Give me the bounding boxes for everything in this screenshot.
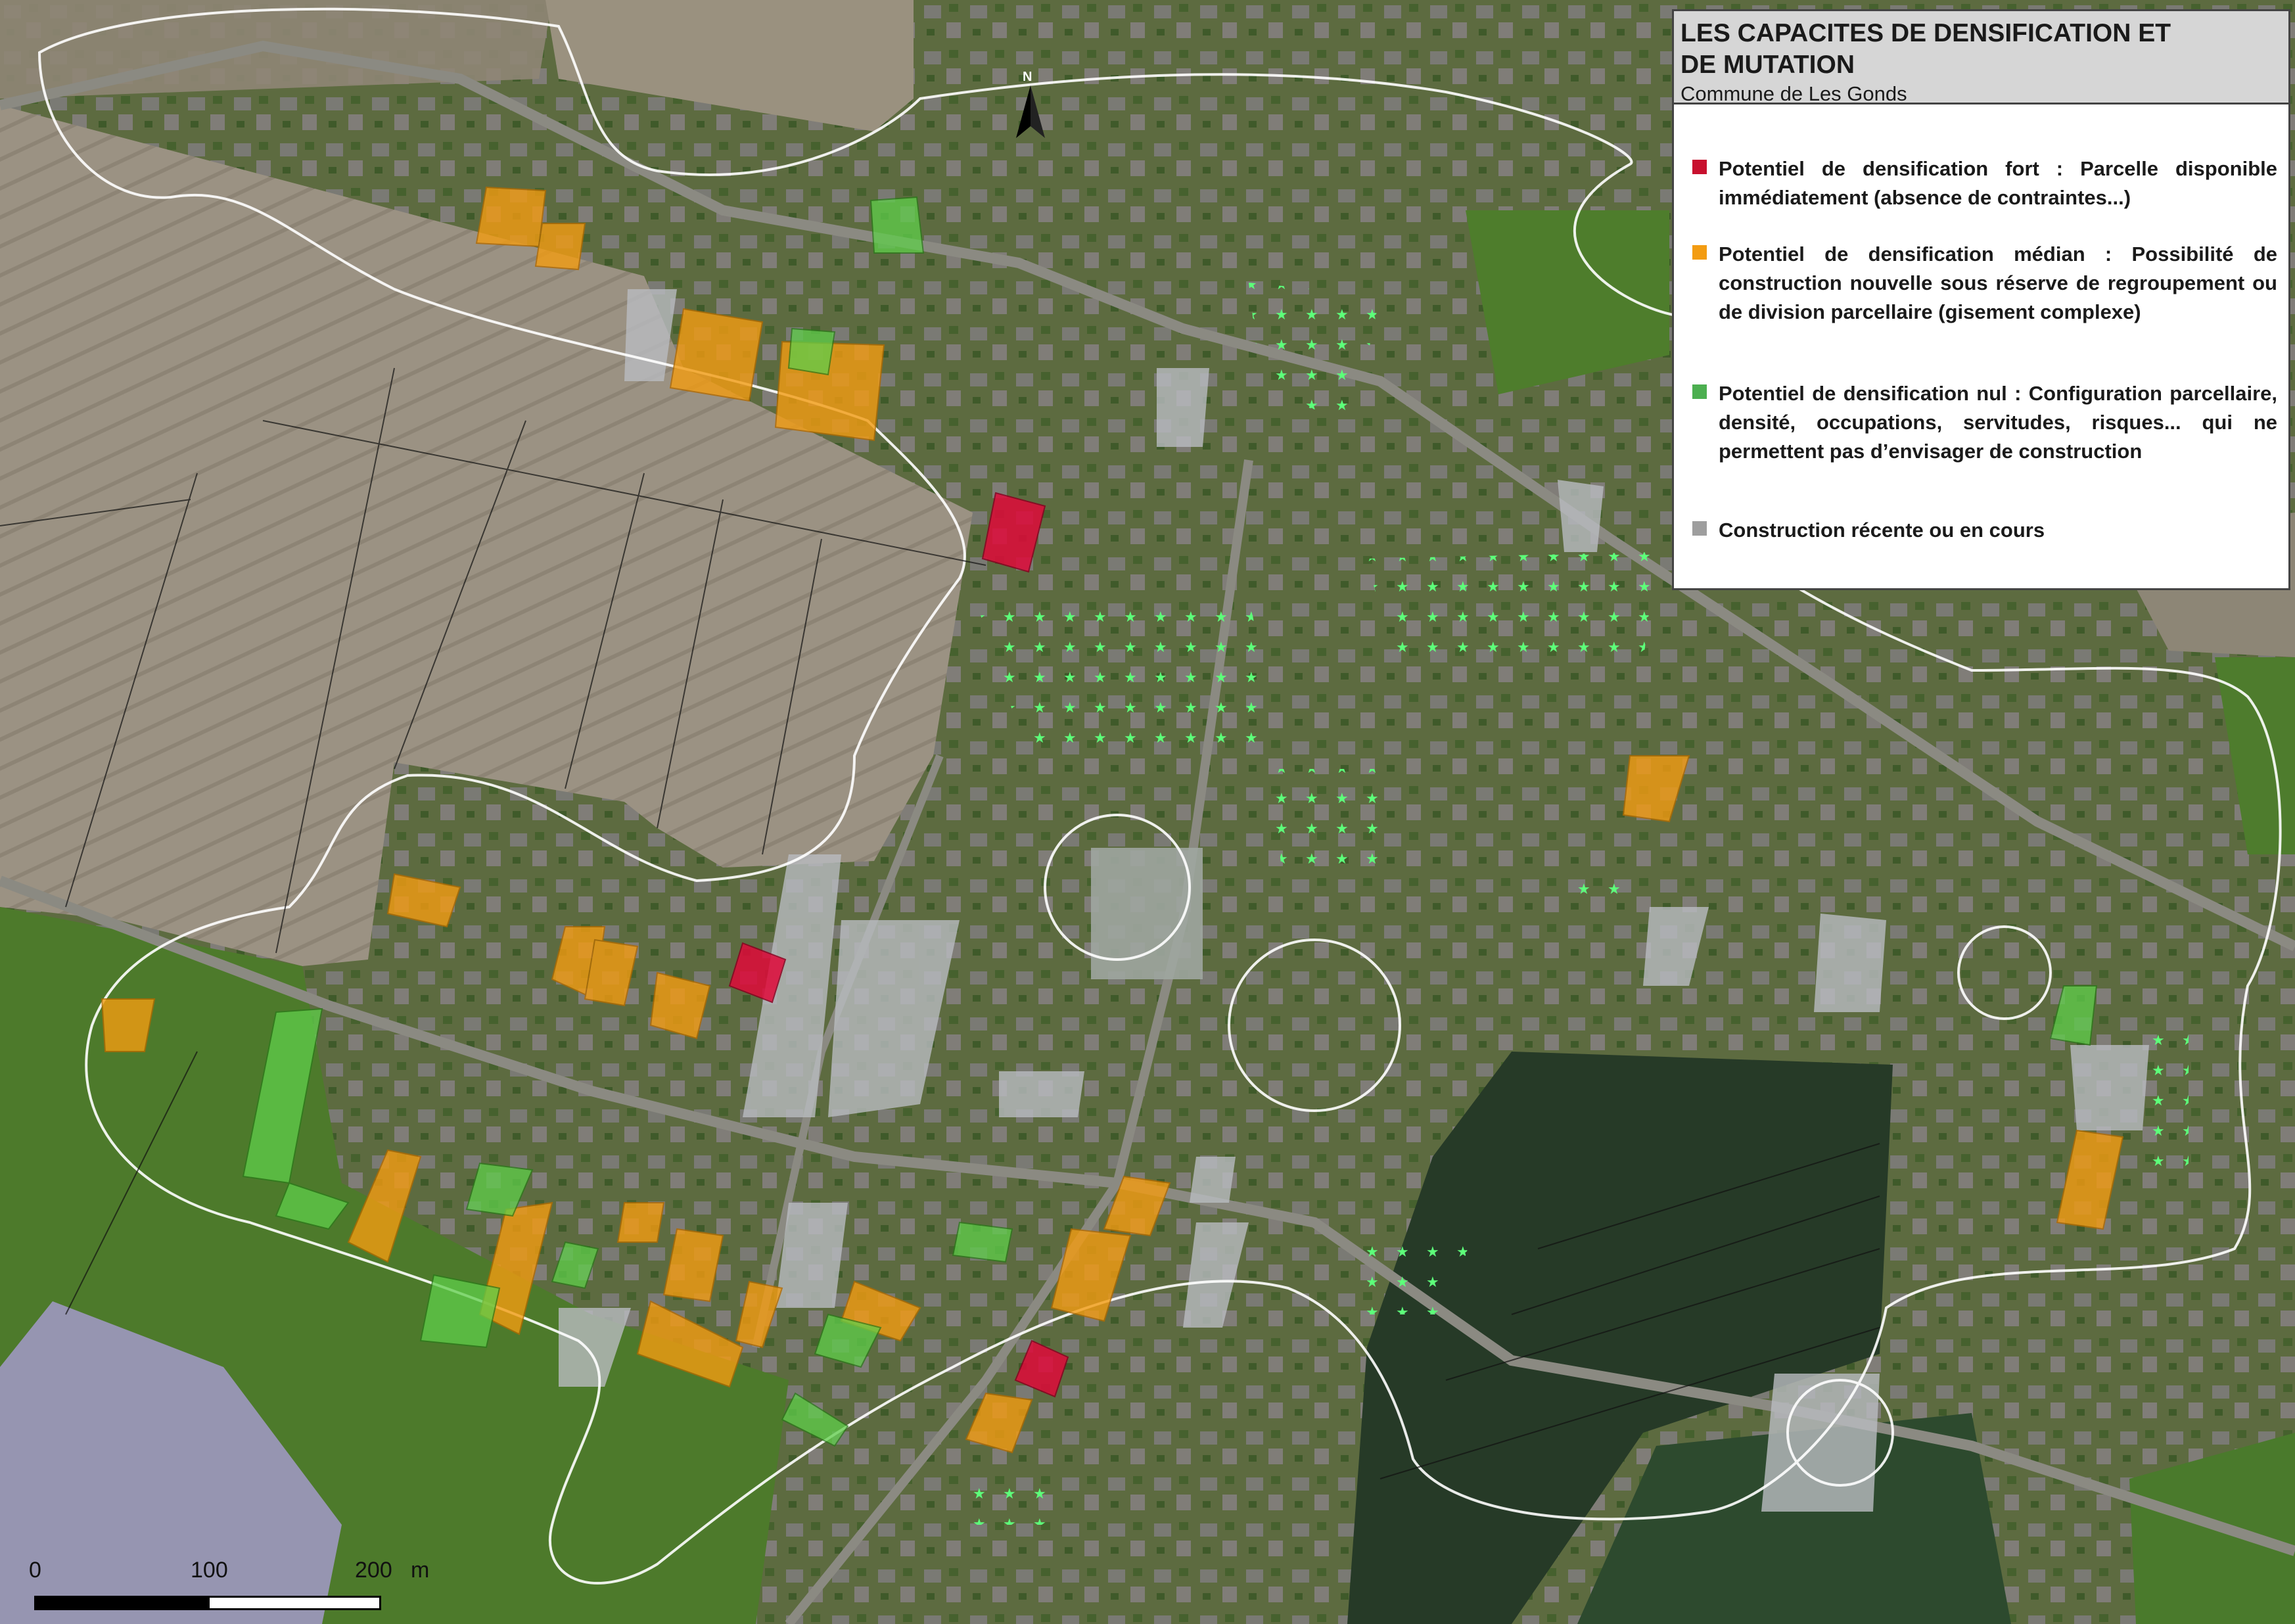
legend-item-recent: Construction récente ou en cours [1692, 516, 2277, 545]
legend-label-median: Potentiel de densification médian : Poss… [1719, 243, 2277, 323]
legend-item-none: Potentiel de densification nul : Configu… [1692, 379, 2277, 466]
legend-swatch-strong [1692, 160, 1707, 174]
legend-title: LES CAPACITES DE DENSIFICATION ET DE MUT… [1681, 19, 2171, 79]
legend-header: LES CAPACITES DE DENSIFICATION ET DE MUT… [1674, 11, 2288, 105]
legend-item-median: Potentiel de densification médian : Poss… [1692, 240, 2277, 327]
scale-label-200: 200 [355, 1558, 392, 1583]
legend-label-none: Potentiel de densification nul : Configu… [1719, 382, 2277, 463]
legend-label-strong: Potentiel de densification fort : Parcel… [1719, 157, 2277, 209]
scale-label-0: 0 [29, 1558, 41, 1583]
legend-swatch-none [1692, 384, 1707, 399]
map-legend: LES CAPACITES DE DENSIFICATION ET DE MUT… [1672, 9, 2290, 590]
scale-label-100: 100 [191, 1558, 228, 1583]
legend-swatch-median [1692, 245, 1707, 260]
legend-label-recent: Construction récente ou en cours [1719, 519, 2045, 542]
scale-segment-black [34, 1596, 208, 1610]
legend-subtitle: Commune de Les Gonds [1681, 82, 1907, 105]
scale-segment-white [208, 1596, 381, 1610]
north-arrow: N [1012, 70, 1049, 149]
scale-bar: 0 100 200 m [26, 1551, 434, 1617]
legend-item-strong: Potentiel de densification fort : Parcel… [1692, 154, 2277, 212]
north-arrow-icon [1016, 85, 1045, 138]
scale-label-unit: m [411, 1558, 430, 1583]
legend-swatch-recent [1692, 521, 1707, 536]
